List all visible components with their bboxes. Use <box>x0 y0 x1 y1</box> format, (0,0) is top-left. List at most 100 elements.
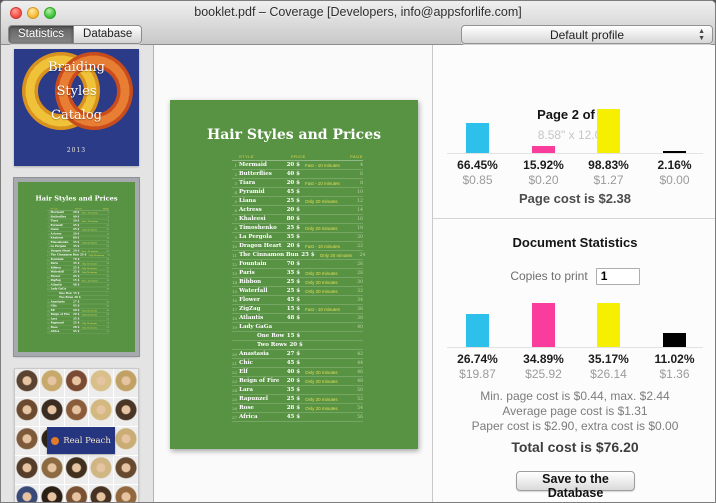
price-table-row: 16 Flower 45 $34 <box>232 297 363 305</box>
price-table-row: 12 Fountain 70 $26 <box>232 261 363 269</box>
app-window: booklet.pdf – Coverage [Developers, info… <box>0 0 716 503</box>
yellow-ink-bar <box>597 109 620 153</box>
profile-dropdown-value: Default profile <box>549 27 625 42</box>
chart-label: 35.17% <box>588 352 629 366</box>
chart-label: $19.87 <box>459 367 496 381</box>
preview-page-title: Hair Styles and Prices <box>35 194 118 203</box>
statistics-panel: Page 2 of 58 8.58" x 12.01" 66.45% 15.92%… <box>432 45 715 502</box>
price-table: STYLE PRICE PAGE 1 Mermaid 20 $ Fast - 10 m… <box>47 207 110 334</box>
price-table-row: 22 Elf 40 $ Only 20 minutes 46 <box>232 369 363 377</box>
tab-statistics[interactable]: Statistics <box>9 26 74 43</box>
price-table-row: 17 ZigZag 15 $ Fast - 10 minutes 36 <box>232 306 363 314</box>
real-peach-banner: Real Peach <box>47 427 115 454</box>
chart-label: 98.83% <box>588 158 629 172</box>
chart-label: $1.27 <box>593 173 624 187</box>
chart-label: $1.36 <box>659 367 690 381</box>
hairstyle-photo <box>39 369 64 397</box>
hairstyle-photo <box>64 398 89 426</box>
total-cost-line: Total cost is $76.20 <box>511 439 639 455</box>
price-table-row: 10 Dragon Heart 20 $ Fast - 10 minutes 22 <box>232 243 363 251</box>
price-table-row: 4 Pyramid 45 $10 <box>232 188 363 197</box>
peach-icon <box>51 436 60 445</box>
price-table-header: STYLE PRICE PAGE <box>232 152 363 161</box>
page-preview-area: Hair Styles and Prices STYLE PRICE PAGE … <box>154 45 432 502</box>
window-header: booklet.pdf – Coverage [Developers, info… <box>1 1 715 45</box>
hairstyle-photo <box>114 456 138 484</box>
banner-label: Real Peach <box>63 435 111 446</box>
black-ink-bar <box>663 151 686 153</box>
thumbnail-photo-grid-page[interactable]: Real Peach <box>14 368 139 502</box>
page-ink-percent-labels: 66.45% 15.92% 98.83% 2.16% <box>433 158 715 172</box>
hairstyle-photo <box>114 369 138 397</box>
price-table-row: 1 Mermaid 20 $ Fast - 10 minutes 4 <box>232 161 363 170</box>
average-cost-line: Average page cost is $1.31 <box>502 404 648 418</box>
cyan-ink-bar <box>466 314 489 347</box>
chart-baseline <box>447 153 703 154</box>
doc-ink-cost-labels: $19.87 $25.92 $26.14 $1.36 <box>433 367 715 381</box>
title-bar[interactable]: booklet.pdf – Coverage [Developers, info… <box>1 1 715 23</box>
price-table-row: 11 The Cinnamon Bun 25 $ Only 20 minutes 24 <box>232 252 366 260</box>
tab-database[interactable]: Database <box>73 26 142 43</box>
chart-label: $0.00 <box>659 173 690 187</box>
view-segmented-control: Statistics Database <box>8 25 143 44</box>
hairstyle-photo <box>39 485 64 502</box>
price-table-row: 19 Lady GaGa 40 <box>232 324 363 332</box>
hairstyle-photo <box>64 369 89 397</box>
hairstyle-photo <box>89 456 114 484</box>
yellow-ink-bar <box>597 303 620 347</box>
hairstyle-photo <box>64 456 89 484</box>
chart-label: 11.02% <box>654 352 695 366</box>
hairstyle-photo <box>15 485 39 502</box>
magenta-ink-bar <box>532 146 555 153</box>
preview-page-title: Hair Styles and Prices <box>206 127 381 143</box>
hairstyle-photo <box>39 456 64 484</box>
copies-to-print-input[interactable] <box>595 267 640 285</box>
chart-label: 26.74% <box>457 352 498 366</box>
profile-dropdown[interactable]: Default profile ▲ ▼ <box>461 25 713 44</box>
price-table-row: 2 Butterflies 40 $6 <box>232 170 363 179</box>
price-table-row: 24 Lara 35 $50 <box>232 387 363 395</box>
thumbnail-cover-page[interactable]: Braiding Styles Catalog 2013 <box>14 49 139 166</box>
chart-label: 2.16% <box>657 158 692 172</box>
price-table-row: 5 Liana 25 $ Only 20 minutes 12 <box>232 197 363 206</box>
hairstyle-photo <box>89 369 114 397</box>
price-table-row: Two Rows 20 $ <box>232 341 363 350</box>
hairstyle-photo <box>114 485 138 502</box>
hairstyle-photo <box>15 369 39 397</box>
cover-title: Braiding Styles Catalog <box>48 60 105 123</box>
price-table-row: 14 Ribbon 25 $ Only 20 minutes 30 <box>232 279 363 287</box>
min-max-cost-line: Min. page cost is $0.44, max. $2.44 <box>480 389 670 403</box>
price-table-row: 6 Actress 20 $14 <box>232 206 363 215</box>
chart-label: $26.14 <box>590 367 627 381</box>
hairstyle-photo <box>15 456 39 484</box>
price-table-row: 8 Timoshenko 25 $ Only 20 minutes 18 <box>232 224 363 233</box>
doc-stats-title: Document Statistics <box>512 235 638 250</box>
price-table-row: 26 Rose 28 $ Only 20 minutes 54 <box>232 405 363 413</box>
chart-label: 34.89% <box>523 352 564 366</box>
preview-page: Hair Styles and Prices STYLE PRICE PAGE … <box>170 100 418 449</box>
black-ink-bar <box>663 333 686 347</box>
chart-label: $0.85 <box>462 173 493 187</box>
cyan-ink-bar <box>466 123 489 153</box>
page-thumbnails-sidebar: Braiding Styles Catalog 2013 Hair Styles… <box>1 45 154 502</box>
hairstyle-photo <box>89 485 114 502</box>
chart-label: $0.20 <box>528 173 559 187</box>
page-ink-cost-labels: $0.85 $0.20 $1.27 $0.00 <box>433 173 715 187</box>
window-title: booklet.pdf – Coverage [Developers, info… <box>194 5 522 19</box>
price-table-row: 9 La Pergola 35 $20 <box>232 233 363 242</box>
chart-baseline <box>447 347 703 348</box>
chart-label: $25.92 <box>525 367 562 381</box>
hairstyle-photo <box>114 427 138 455</box>
price-table-row: 23 Reign of Fire 20 $ Only 20 minutes 48 <box>232 378 363 386</box>
save-to-database-button[interactable]: Save to the Database <box>516 471 635 500</box>
paper-cost-line: Paper cost is $2.90, extra cost is $0.00 <box>471 419 679 433</box>
price-table-row: 13 Paris 35 $ Only 20 minutes 28 <box>232 270 363 278</box>
price-table-row: 15 Waterfall 25 $ Only 20 minutes 32 <box>232 288 363 296</box>
hairstyle-photo <box>64 485 89 502</box>
thumbnail-price-list-page-selected[interactable]: Hair Styles and Prices STYLE PRICE PAGE … <box>14 178 139 356</box>
magenta-ink-bar <box>532 303 555 347</box>
price-table-row: 21 Chic 45 $44 <box>232 360 363 368</box>
dropdown-stepper-icon: ▲ ▼ <box>698 28 705 42</box>
price-table-row: 7 Khaleesi 80 $16 <box>232 215 363 224</box>
price-table-row: 27 Africa 45 $56 <box>47 330 110 334</box>
